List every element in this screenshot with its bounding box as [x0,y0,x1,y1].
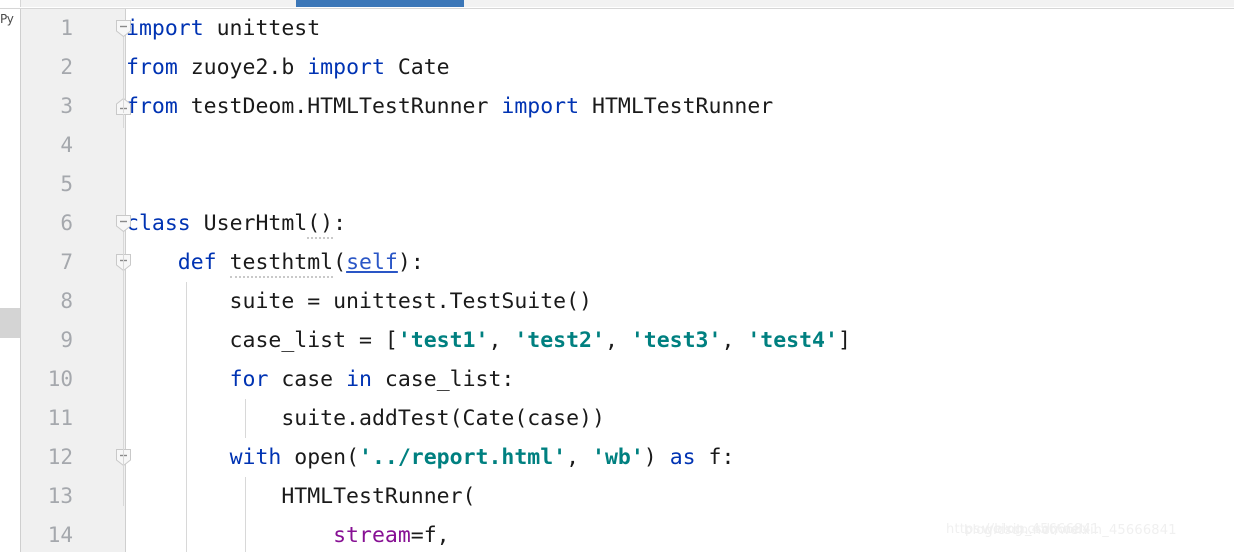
code-token: import [126,16,204,41]
code-token: zuoye2.b [177,55,308,80]
code-line[interactable]: import unittest [126,9,320,48]
horizontal-scrollbar-track[interactable] [20,0,1234,7]
code-token: , [566,445,593,470]
fold-toggle-icon[interactable] [115,20,132,37]
line-number: 14 [47,523,73,547]
code-token: from [126,94,178,119]
code-token: suite = unittest.TestSuite() [126,289,592,314]
code-token: ): [397,250,424,275]
fold-rail [123,271,124,491]
code-token: testDeom.HTMLTestRunner [177,94,502,119]
top-strip-left-cap [0,0,21,7]
code-token: 'test4' [747,328,838,353]
active-tab-indicator[interactable] [296,0,464,7]
line-number: 3 [60,94,73,118]
indent-guide [245,477,246,552]
line-number: 10 [47,367,73,391]
code-token: with [229,445,282,470]
code-token: UserHtml [190,211,308,236]
code-token: stream [333,523,411,548]
line-number: 4 [60,133,73,157]
line-number: 7 [60,250,73,274]
code-token: case [268,367,347,392]
code-token: for [229,367,269,392]
line-number: 12 [47,445,73,469]
code-token: ] [837,328,851,353]
editor-top-strip [0,0,1234,9]
code-token: , [721,328,748,353]
code-token: () [307,211,334,239]
code-token: open( [281,445,360,470]
code-token: HTMLTestRunner( [126,484,476,509]
line-number-gutter[interactable]: 1 2 3 4 5 6 7 8 9 10 11 12 13 14 [21,9,126,552]
code-line[interactable]: from zuoye2.b import Cate [126,48,450,87]
code-token: testhtml [229,250,334,278]
line-number: 11 [47,406,73,430]
code-token: f: [695,445,735,470]
code-line[interactable]: for case in case_list: [126,360,515,399]
code-token: import [307,55,385,80]
code-token: self [346,250,398,275]
code-token: ( [333,250,347,275]
code-token: Cate [384,55,450,80]
code-token: HTMLTestRunner [579,94,774,119]
code-token: suite.addTest(Cate(case)) [126,406,605,431]
code-line[interactable]: def testhtml(self): [126,243,424,282]
code-token: def [177,250,217,275]
code-token: 'test2' [514,328,605,353]
code-token: 'test3' [630,328,722,353]
code-token: , [604,328,631,353]
code-token: import [501,94,580,119]
code-token: =f, [410,523,450,548]
code-line[interactable]: class UserHtml(): [126,204,346,243]
line-number: 6 [60,211,73,235]
code-token: as [669,445,696,470]
code-content-area[interactable]: import unittest from zuoye2.b import Cate… [126,9,1234,552]
code-line[interactable]: suite.addTest(Cate(case)) [126,399,605,438]
fold-rail [123,37,124,113]
code-token: ) [643,445,670,470]
code-token: case_list: [371,367,515,392]
code-token: class [126,211,191,236]
code-line[interactable]: with open('../report.html', 'wb') as f: [126,438,735,477]
fold-rail [123,466,124,506]
python-code-editor: Py 1 2 3 4 5 6 7 8 9 10 11 12 13 14 import unittest fr… [0,0,1234,552]
code-token: '../report.html' [359,445,567,470]
code-token: unittest [203,16,321,41]
code-token: from [126,55,178,80]
code-token: 'wb' [592,445,644,470]
code-line[interactable]: case_list = ['test1', 'test2', 'test3', … [126,321,851,360]
indent-guide [186,282,187,552]
code-line[interactable]: stream=f, [126,516,450,552]
code-token: : [333,211,347,236]
code-token: , [488,328,515,353]
line-number: 5 [60,172,73,196]
indent-guide [245,399,246,438]
line-number: 1 [60,16,73,40]
fold-rail [123,114,124,128]
fold-toggle-icon[interactable] [115,215,132,232]
code-token: 'test1' [397,328,489,353]
code-line[interactable]: HTMLTestRunner( [126,477,476,516]
code-token: case_list = [ [126,328,398,353]
line-number: 2 [60,55,73,79]
code-line[interactable]: suite = unittest.TestSuite() [126,282,592,321]
line-number: 8 [60,289,73,313]
code-token: in [346,367,372,392]
line-number: 9 [60,328,73,352]
line-number: 13 [47,484,73,508]
code-line[interactable]: from testDeom.HTMLTestRunner import HTML… [126,87,773,126]
